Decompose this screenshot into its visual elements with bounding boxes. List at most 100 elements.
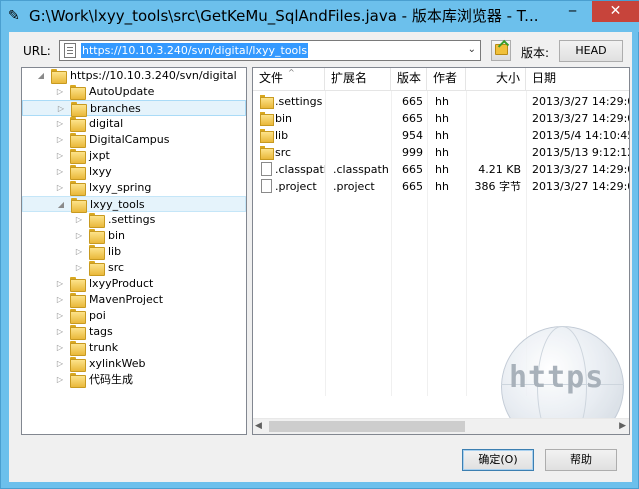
tree-item[interactable]: ▷ lxyy_spring [22, 180, 246, 196]
folder-icon [69, 165, 86, 180]
collapse-arrow-icon[interactable]: ▷ [74, 228, 84, 244]
browse-folder-button[interactable] [491, 40, 511, 61]
collapse-arrow-icon[interactable]: ▷ [55, 116, 65, 132]
tree-item[interactable]: ▷ AutoUpdate [22, 84, 246, 100]
file-list[interactable]: 文件 ^ 扩展名 版本 作者 大小 日期 .settings 665 hh 2013/… [252, 67, 630, 435]
cell-author: hh [435, 95, 449, 108]
tree-item-label: DigitalCampus [89, 133, 170, 146]
collapse-arrow-icon[interactable]: ▷ [55, 148, 65, 164]
tree-item[interactable]: ▷ lxyyProduct [22, 276, 246, 292]
expand-arrow-icon[interactable]: ◢ [36, 68, 46, 84]
cell-author: hh [435, 163, 449, 176]
table-row[interactable]: src 999 hh 2013/5/13 9:12:12 [253, 144, 629, 161]
tree-item[interactable]: ▷ tags [22, 324, 246, 340]
cell-name: .classpath [275, 163, 325, 176]
cell-name: bin [275, 112, 293, 125]
folder-icon [88, 261, 105, 276]
minimize-button[interactable]: ─ [559, 1, 586, 22]
column-header-file[interactable]: 文件 ^ [253, 68, 325, 91]
column-header-extension[interactable]: 扩展名 [325, 68, 391, 91]
tree-root[interactable]: ◢ https://10.10.3.240/svn/digital [22, 68, 246, 84]
collapse-arrow-icon[interactable]: ▷ [55, 324, 65, 340]
tree-item[interactable]: ▷ trunk [22, 340, 246, 356]
horizontal-scrollbar[interactable]: ◀ ▶ [253, 418, 629, 434]
help-button[interactable]: 帮助 [545, 449, 617, 471]
collapse-arrow-icon[interactable]: ▷ [55, 84, 65, 100]
column-header-size[interactable]: 大小 [466, 68, 526, 91]
collapse-arrow-icon[interactable]: ▷ [55, 164, 65, 180]
tree-item-label: tags [89, 325, 113, 338]
collapse-arrow-icon[interactable]: ▷ [74, 244, 84, 260]
url-combobox[interactable]: https://10.10.3.240/svn/digital/lxyy_too… [59, 40, 481, 61]
window-title: G:\Work\lxyy_tools\src\GetKeMu_SqlAndFil… [29, 7, 539, 25]
tree-item[interactable]: ▷ DigitalCampus [22, 132, 246, 148]
tree-item-label: bin [108, 229, 126, 242]
collapse-arrow-icon[interactable]: ▷ [55, 340, 65, 356]
cell-rev: 665 [402, 163, 423, 176]
tree-item[interactable]: ▷ lib [22, 244, 246, 260]
collapse-arrow-icon[interactable]: ▷ [55, 372, 65, 388]
head-revision-button[interactable]: HEAD [559, 40, 623, 62]
folder-icon [69, 85, 86, 100]
tree-item[interactable]: ▷ MavenProject [22, 292, 246, 308]
folder-icon [69, 357, 86, 372]
table-row[interactable]: .classpath .classpath 665 hh 4.21 KB 2013/3/2… [253, 161, 629, 178]
collapse-arrow-icon[interactable]: ▷ [55, 132, 65, 148]
tree-item[interactable]: ▷ src [22, 260, 246, 276]
repository-tree[interactable]: ◢ https://10.10.3.240/svn/digital ▷ AutoUpd… [21, 67, 247, 435]
scroll-left-icon[interactable]: ◀ [255, 421, 262, 431]
tree-item[interactable]: ▷ branches [22, 100, 246, 117]
chevron-down-icon[interactable]: ⌄ [468, 44, 476, 55]
folder-check-icon [495, 44, 508, 55]
table-row[interactable]: .settings 665 hh 2013/3/27 14:29:0... [253, 93, 629, 110]
document-icon [64, 43, 76, 58]
collapse-arrow-icon[interactable]: ▷ [74, 260, 84, 276]
cell-date: 2013/3/27 14:29:0... [532, 112, 629, 125]
folder-icon [69, 293, 86, 308]
column-header-date[interactable]: 日期 [526, 68, 629, 91]
tree-item-label: AutoUpdate [89, 85, 155, 98]
cell-date: 2013/3/27 14:29:0... [532, 180, 629, 193]
folder-icon [69, 149, 86, 164]
scrollbar-thumb[interactable] [269, 421, 465, 432]
tree-item-label: .settings [108, 213, 156, 226]
table-row[interactable]: lib 954 hh 2013/5/4 14:10:45 [253, 127, 629, 144]
collapse-arrow-icon[interactable]: ▷ [55, 356, 65, 372]
close-button[interactable]: ✕ [592, 1, 639, 22]
tree-item-label: digital [89, 117, 124, 130]
tree-item[interactable]: ◢ lxyy_tools [22, 196, 246, 213]
tree-item[interactable]: ▷ .settings [22, 212, 246, 228]
cell-rev: 665 [402, 180, 423, 193]
table-row[interactable]: .project .project 665 hh 386 字节 2013/3/27 14:… [253, 178, 629, 195]
ok-button[interactable]: 确定(O) [462, 449, 534, 471]
scroll-right-icon[interactable]: ▶ [619, 421, 626, 431]
cell-date: 2013/5/4 14:10:45 [532, 129, 630, 142]
tree-item[interactable]: ▷ jxpt [22, 148, 246, 164]
folder-icon [260, 95, 274, 109]
tree-item[interactable]: ▷ lxyy [22, 164, 246, 180]
table-row[interactable]: bin 665 hh 2013/3/27 14:29:0... [253, 110, 629, 127]
tree-item[interactable]: ▷ 代码生成 [22, 372, 246, 388]
tree-item-label: lxyy_tools [90, 198, 145, 211]
title-bar[interactable]: ✎ G:\Work\lxyy_tools\src\GetKeMu_SqlAndF… [1, 1, 639, 32]
column-header-revision[interactable]: 版本 [391, 68, 427, 91]
tree-item[interactable]: ▷ bin [22, 228, 246, 244]
collapse-arrow-icon[interactable]: ▷ [55, 180, 65, 196]
cell-name: lib [275, 129, 289, 142]
collapse-arrow-icon[interactable]: ▷ [55, 308, 65, 324]
collapse-arrow-icon[interactable]: ▷ [56, 101, 66, 117]
collapse-arrow-icon[interactable]: ▷ [74, 212, 84, 228]
url-label: URL: [23, 44, 51, 58]
collapse-arrow-icon[interactable]: ▷ [55, 276, 65, 292]
cell-author: hh [435, 146, 449, 159]
tree-item[interactable]: ▷ poi [22, 308, 246, 324]
expand-arrow-icon[interactable]: ◢ [56, 197, 66, 213]
column-header-author[interactable]: 作者 [427, 68, 466, 91]
folder-icon [69, 277, 86, 292]
cell-author: hh [435, 180, 449, 193]
collapse-arrow-icon[interactable]: ▷ [55, 292, 65, 308]
file-list-header: 文件 ^ 扩展名 版本 作者 大小 日期 [253, 68, 629, 91]
url-input[interactable]: https://10.10.3.240/svn/digital/lxyy_too… [81, 43, 309, 58]
tree-item[interactable]: ▷ xylinkWeb [22, 356, 246, 372]
tree-item[interactable]: ▷ digital [22, 116, 246, 132]
